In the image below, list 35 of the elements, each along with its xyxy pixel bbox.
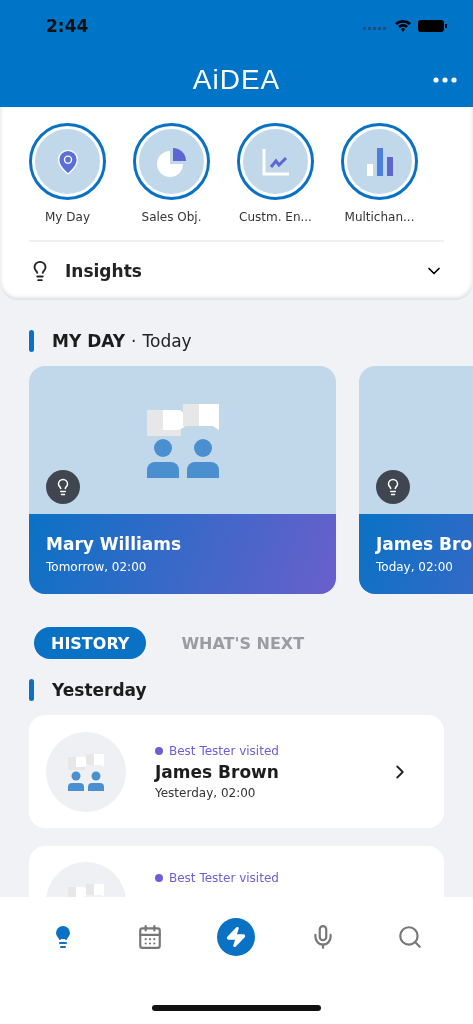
- insights-toggle[interactable]: Insights: [29, 240, 444, 300]
- section-subtitle: Today: [142, 331, 192, 351]
- app-logo: AiDEA: [192, 63, 281, 96]
- more-icon[interactable]: [433, 76, 457, 83]
- signal-wifi-battery-icon: [363, 18, 447, 34]
- pie-chart-icon: [156, 146, 187, 177]
- lightbulb-badge: [46, 470, 80, 504]
- lightbulb-badge: [376, 470, 410, 504]
- bar-chart-icon: [364, 146, 395, 177]
- visit-status: Best Tester visited: [169, 871, 279, 885]
- section-title: MY DAY: [52, 331, 126, 351]
- meeting-time: Tomorrow, 02:00: [46, 560, 148, 574]
- line-chart-icon: [260, 146, 291, 177]
- search-icon: [396, 924, 423, 950]
- people-chat-icon: [144, 402, 221, 478]
- lightning-icon: [225, 926, 248, 948]
- group-title: Yesterday: [52, 680, 147, 700]
- tab[interactable]: HISTORY: [34, 627, 147, 659]
- meeting-card[interactable]: Mary Williams Tomorrow, 02:00: [29, 366, 336, 594]
- separator-dot: ·: [131, 331, 137, 351]
- meeting-card[interactable]: James Bro Today, 02:00: [359, 366, 473, 594]
- history-card[interactable]: Best Tester visited James Brown Yesterday, 02:00: [29, 715, 444, 828]
- people-chat-icon: [67, 752, 105, 791]
- section-marker: [29, 679, 34, 701]
- contact-name: James Brown: [155, 761, 280, 782]
- meeting-time: Today, 02:00: [376, 560, 454, 574]
- section-marker: [29, 330, 34, 352]
- history-card[interactable]: Best Tester visited: [29, 846, 444, 897]
- contact-name: James Bro: [376, 534, 473, 554]
- visit-time: Yesterday, 02:00: [155, 785, 257, 800]
- contact-name: Mary Williams: [46, 534, 183, 554]
- status-time: 2:44: [46, 16, 89, 36]
- calendar-icon: [136, 924, 163, 950]
- action-tab[interactable]: [217, 918, 256, 956]
- visit-status: Best Tester visited: [169, 743, 279, 758]
